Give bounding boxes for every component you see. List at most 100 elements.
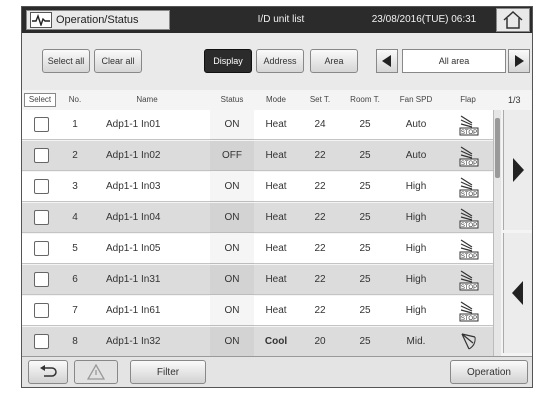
flap-stop-icon: STOP — [458, 207, 479, 229]
row-checkbox[interactable] — [34, 303, 49, 318]
operation-button[interactable]: Operation — [450, 360, 528, 384]
cell-fan-speed: Auto — [405, 119, 427, 130]
prev-page-button[interactable] — [503, 233, 532, 353]
cell-name: Adp1-1 In02 — [106, 150, 161, 161]
area-prev-button[interactable] — [376, 49, 398, 73]
warning-button[interactable] — [74, 360, 118, 384]
cell-mode: Heat — [265, 150, 287, 161]
cell-name: Adp1-1 In03 — [106, 181, 161, 192]
column-header-status: Status — [220, 95, 244, 104]
pulse-icon — [30, 12, 52, 28]
row-checkbox[interactable] — [34, 334, 49, 349]
column-header-mode: Mode — [265, 95, 286, 104]
cell-set-temp: 20 — [314, 336, 326, 347]
cell-fan-speed: Auto — [405, 150, 427, 161]
table-row[interactable]: 3 Adp1-1 In03 ON Heat 22 25 High STOP — [22, 172, 493, 202]
flap-stop-label: STOP — [461, 285, 477, 291]
vertical-scrollbar[interactable] — [493, 110, 501, 356]
back-button[interactable] — [28, 360, 68, 384]
row-checkbox[interactable] — [34, 241, 49, 256]
table-header: Select No. Name Status Mode Set T. Room … — [22, 90, 532, 110]
main-window: Operation/Status I/D unit list 23/08/201… — [21, 6, 533, 388]
flap-stop-label: STOP — [461, 192, 477, 198]
flap-stop-label: STOP — [461, 161, 477, 167]
cell-mode: Cool — [264, 336, 288, 347]
column-header-fan-speed: Fan SPD — [399, 95, 433, 104]
table-row[interactable]: 6 Adp1-1 In31 ON Heat 22 25 High STOP — [22, 265, 493, 295]
table-row[interactable]: 4 Adp1-1 In04 ON Heat 22 25 High STOP — [22, 203, 493, 233]
cell-no: 2 — [72, 150, 78, 161]
cell-fan-speed: Mid. — [406, 336, 426, 347]
flap-stop-label: STOP — [461, 254, 477, 260]
title-bar: Operation/Status I/D unit list 23/08/201… — [22, 7, 532, 33]
row-checkbox[interactable] — [34, 210, 49, 225]
flap-stop-icon: STOP — [458, 176, 479, 198]
cell-status: ON — [210, 203, 254, 233]
table-row[interactable]: 8 Adp1-1 In32 ON Cool 20 25 Mid. — [22, 327, 493, 356]
datetime-display: 23/08/2016(TUE) 06:31 — [371, 14, 477, 25]
column-header-no: No. — [68, 95, 82, 104]
cell-mode: Heat — [265, 243, 287, 254]
cell-room-temp: 25 — [359, 305, 371, 316]
flap-stop-label: STOP — [461, 223, 477, 229]
select-column-header[interactable]: Select — [24, 93, 56, 107]
cell-name: Adp1-1 In05 — [106, 243, 161, 254]
cell-status: OFF — [210, 141, 254, 171]
row-checkbox[interactable] — [34, 179, 49, 194]
flap-stop-icon: STOP — [458, 269, 479, 291]
cell-room-temp: 25 — [359, 181, 371, 192]
cell-set-temp: 22 — [314, 243, 326, 254]
cell-no: 6 — [72, 274, 78, 285]
table-row[interactable]: 2 Adp1-1 In02 OFF Heat 22 25 Auto STOP — [22, 141, 493, 171]
cell-fan-speed: High — [405, 274, 427, 285]
cell-room-temp: 25 — [359, 274, 371, 285]
row-checkbox[interactable] — [34, 148, 49, 163]
cell-no: 3 — [72, 181, 78, 192]
filter-button[interactable]: Filter — [130, 360, 206, 384]
cell-set-temp: 22 — [314, 212, 326, 223]
cell-mode: Heat — [265, 274, 287, 285]
column-header-set-temp: Set T. — [309, 95, 331, 104]
table-row[interactable]: 1 Adp1-1 In01 ON Heat 24 25 Auto STOP — [22, 110, 493, 140]
cell-name: Adp1-1 In32 — [106, 336, 161, 347]
table-row[interactable]: 5 Adp1-1 In05 ON Heat 22 25 High STOP — [22, 234, 493, 264]
warning-icon — [87, 364, 105, 380]
home-icon — [503, 11, 523, 29]
screen-title: I/D unit list — [257, 14, 305, 25]
clear-all-button[interactable]: Clear all — [94, 49, 142, 73]
scrollbar-thumb[interactable] — [495, 118, 500, 178]
row-checkbox[interactable] — [34, 272, 49, 287]
area-next-button[interactable] — [508, 49, 530, 73]
cell-fan-speed: High — [405, 181, 427, 192]
column-header-room-temp: Room T. — [350, 95, 380, 104]
cell-room-temp: 25 — [359, 243, 371, 254]
cell-name: Adp1-1 In04 — [106, 212, 161, 223]
cell-name: Adp1-1 In31 — [106, 274, 161, 285]
flap-stop-label: STOP — [461, 130, 477, 136]
area-selector[interactable]: All area — [402, 49, 506, 73]
next-page-button[interactable] — [503, 110, 532, 230]
cell-room-temp: 25 — [359, 150, 371, 161]
triangle-right-icon — [513, 158, 524, 182]
flap-stop-icon: STOP — [458, 145, 479, 167]
cell-no: 8 — [72, 336, 78, 347]
cell-mode: Heat — [265, 119, 287, 130]
tab-address[interactable]: Address — [256, 49, 304, 73]
flap-stop-icon: STOP — [458, 300, 479, 322]
flap-stop-icon: STOP — [458, 114, 479, 136]
triangle-right-icon — [515, 55, 524, 67]
app-menu-button[interactable]: Operation/Status — [26, 10, 170, 30]
cell-set-temp: 22 — [314, 274, 326, 285]
table-row[interactable]: 7 Adp1-1 In61 ON Heat 22 25 High STOP — [22, 296, 493, 326]
triangle-left-icon — [512, 281, 523, 305]
page-indicator: 1/3 — [508, 95, 521, 105]
tab-display[interactable]: Display — [204, 49, 252, 73]
home-button[interactable] — [496, 8, 530, 32]
cell-set-temp: 22 — [314, 305, 326, 316]
cell-set-temp: 22 — [314, 181, 326, 192]
select-all-button[interactable]: Select all — [42, 49, 90, 73]
footer-bar: Filter Operation — [22, 356, 532, 387]
cell-no: 1 — [72, 119, 78, 130]
row-checkbox[interactable] — [34, 117, 49, 132]
tab-area[interactable]: Area — [310, 49, 358, 73]
